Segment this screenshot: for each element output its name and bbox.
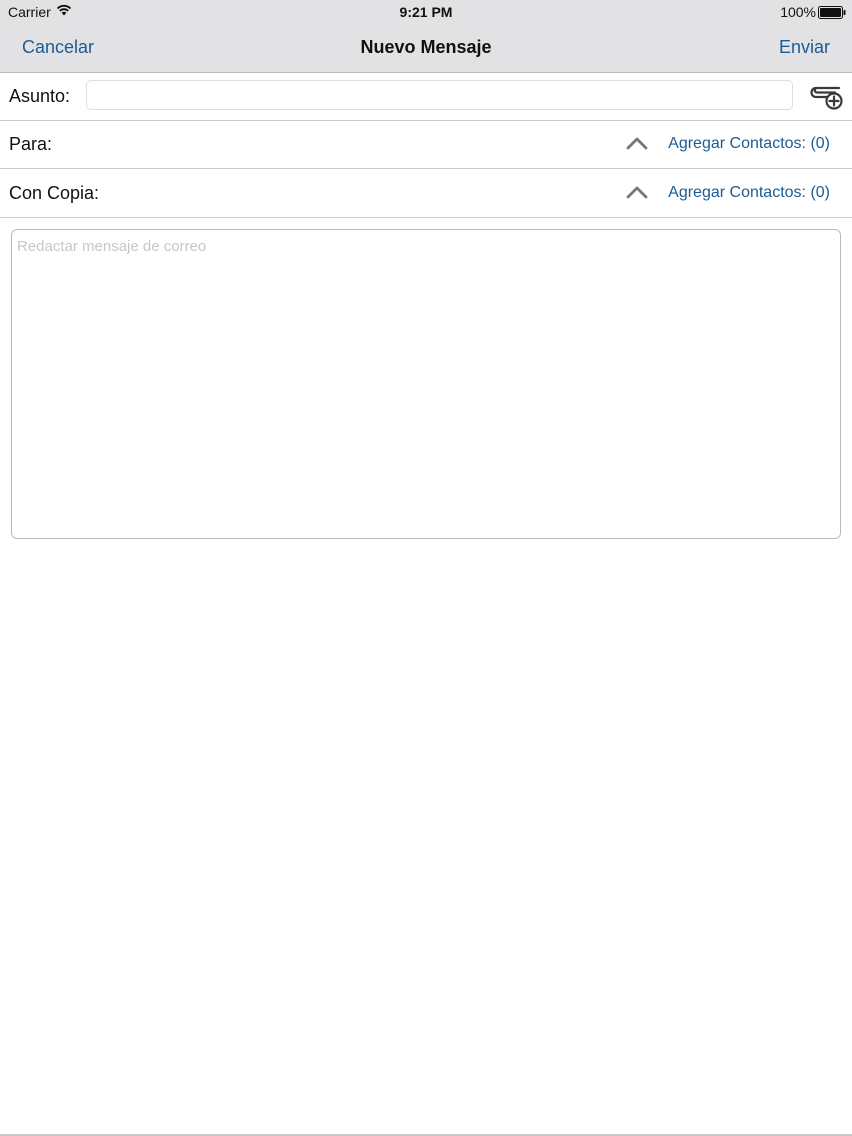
attachment-add-icon[interactable] [808, 81, 844, 111]
subject-label: Asunto: [9, 86, 71, 106]
send-button[interactable]: Enviar [779, 37, 830, 58]
to-row: Para: Agregar Contactos: (0) [0, 120, 852, 169]
cc-row: Con Copia: Agregar Contactos: (0) [0, 169, 852, 218]
cc-add-contacts-link[interactable]: Agregar Contactos: (0) [668, 184, 830, 202]
battery-percent: 100% [780, 4, 816, 20]
top-bar: Carrier 9:21 PM 100% Cancelar Nuevo Mens… [0, 0, 852, 73]
subject-row: Asunto: [0, 72, 852, 121]
message-body-input[interactable] [11, 229, 841, 539]
cc-label: Con Copia: [9, 183, 100, 203]
subject-input[interactable] [86, 80, 793, 110]
clock-label: 9:21 PM [399, 4, 453, 20]
status-bar: Carrier 9:21 PM 100% [0, 0, 852, 24]
navigation-bar: Cancelar Nuevo Mensaje Enviar [0, 24, 852, 70]
to-add-contacts-link[interactable]: Agregar Contactos: (0) [668, 135, 830, 153]
chevron-up-icon[interactable] [626, 185, 648, 199]
page-title: Nuevo Mensaje [360, 37, 492, 57]
chevron-up-icon[interactable] [626, 136, 648, 150]
to-label: Para: [9, 134, 53, 154]
battery-icon [818, 6, 846, 22]
